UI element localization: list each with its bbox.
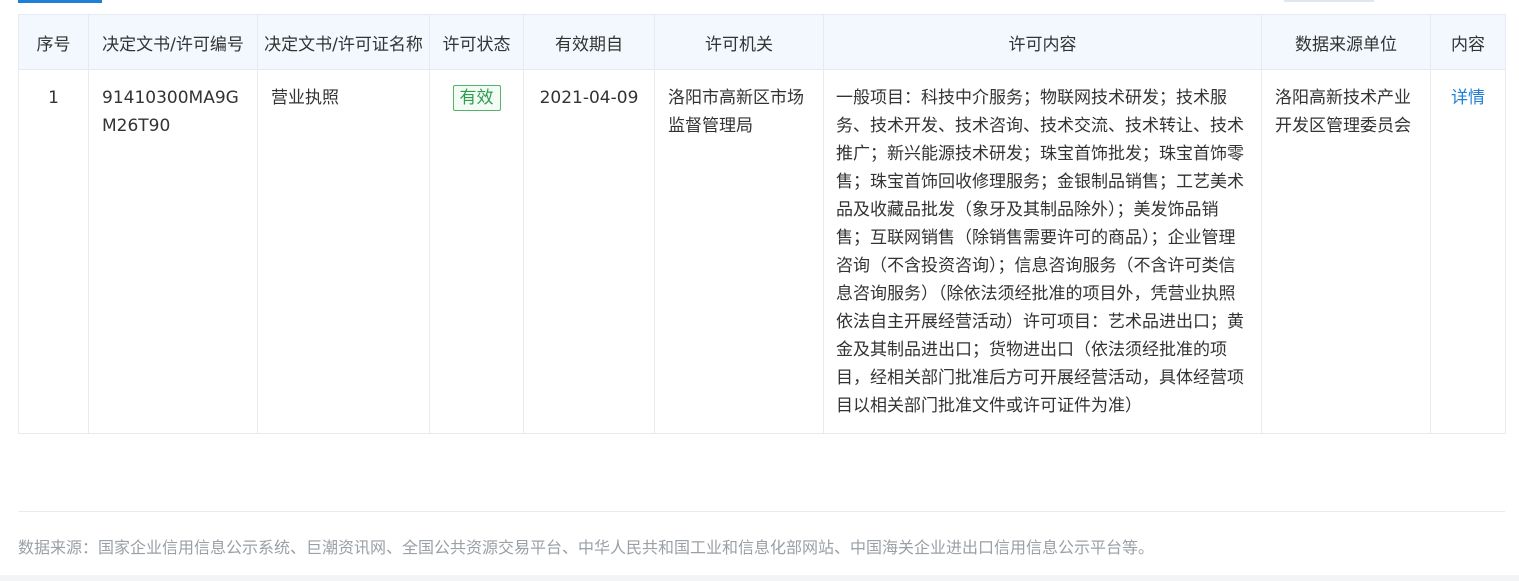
toolbar-edge [1284,0,1374,2]
header-authority: 许可机关 [654,14,824,70]
header-license-no: 决定文书/许可编号 [88,14,258,70]
bottom-strip [0,575,1519,581]
license-table-container: 序号 决定文书/许可编号 决定文书/许可证名称 许可状态 有效期自 许可机关 许… [18,14,1506,434]
header-license-name: 决定文书/许可证名称 [257,14,430,70]
data-source-note: 数据来源：国家企业信用信息公示系统、巨潮资讯网、全国公共资源交易平台、中华人民共… [18,538,1155,557]
cell-detail: 详情 [1430,69,1506,434]
cell-license-no: 91410300MA9GM26T90 [88,69,258,434]
table-row: 1 91410300MA9GM26T90 营业执照 有效 2021-04-09 … [18,69,1506,434]
table-header-row: 序号 决定文书/许可编号 决定文书/许可证名称 许可状态 有效期自 许可机关 许… [18,14,1506,70]
header-status: 许可状态 [429,14,524,70]
header-content: 许可内容 [823,14,1262,70]
header-index: 序号 [18,14,89,70]
cell-content: 一般项目：科技中介服务；物联网技术研发；技术服务、技术开发、技术咨询、技术交流、… [823,69,1262,434]
cell-valid-from: 2021-04-09 [523,69,655,434]
cell-license-name: 营业执照 [257,69,430,434]
header-source-unit: 数据来源单位 [1261,14,1431,70]
footer-divider [18,511,1505,512]
cell-source-unit: 洛阳高新技术产业开发区管理委员会 [1261,69,1431,434]
cell-status: 有效 [429,69,524,434]
header-valid-from: 有效期自 [523,14,655,70]
header-detail: 内容 [1430,14,1506,70]
cell-index: 1 [18,69,89,434]
status-badge: 有效 [452,85,501,111]
cell-authority: 洛阳市高新区市场监督管理局 [654,69,824,434]
license-table: 序号 决定文书/许可编号 决定文书/许可证名称 许可状态 有效期自 许可机关 许… [18,14,1506,434]
active-tab-indicator [18,0,102,3]
detail-link[interactable]: 详情 [1451,88,1485,108]
